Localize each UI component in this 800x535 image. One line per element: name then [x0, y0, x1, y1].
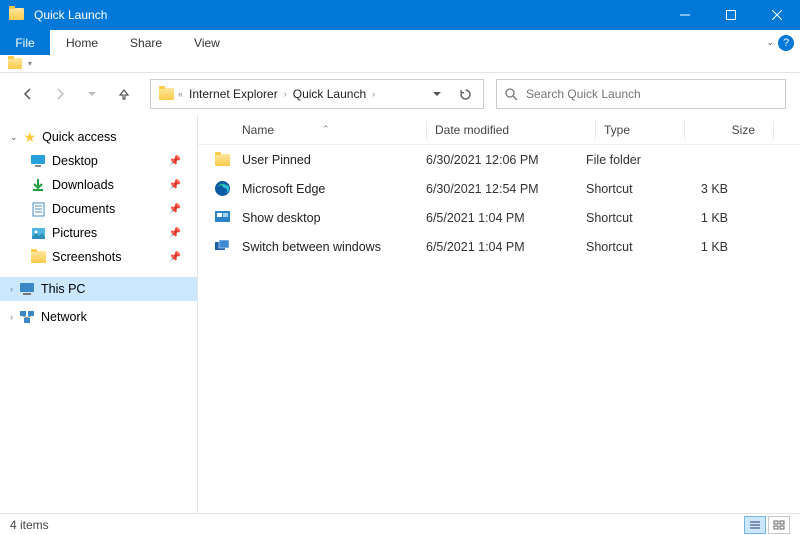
breadcrumb-item[interactable]: Quick Launch: [287, 87, 372, 101]
nav-toolbar: « Internet Explorer › Quick Launch ›: [0, 73, 800, 115]
sidebar-item-screenshots[interactable]: Screenshots 📌: [0, 245, 197, 269]
downloads-icon: [30, 177, 46, 193]
sidebar-item-label: Documents: [52, 202, 115, 216]
minimize-button[interactable]: [662, 0, 708, 30]
sidebar-item-label: This PC: [41, 282, 85, 296]
search-icon: [505, 88, 518, 101]
quick-access-node[interactable]: ⌄ ★ Quick access: [0, 125, 197, 149]
chevron-right-icon[interactable]: ›: [10, 312, 13, 322]
address-dropdown-icon[interactable]: [423, 92, 451, 96]
address-bar[interactable]: « Internet Explorer › Quick Launch ›: [150, 79, 484, 109]
pin-icon: 📌: [169, 252, 181, 263]
file-size: 1 KB: [666, 211, 746, 225]
file-row[interactable]: Microsoft Edge 6/30/2021 12:54 PM Shortc…: [198, 174, 800, 203]
file-list-pane: Name⌃ Date modified Type Size User Pinne…: [198, 115, 800, 513]
address-folder-icon: [159, 88, 174, 100]
app-folder-icon: [9, 8, 25, 22]
show-desktop-icon: [212, 208, 232, 228]
sidebar-item-label: Network: [41, 310, 87, 324]
file-tab[interactable]: File: [0, 30, 50, 55]
desktop-icon: [30, 153, 46, 169]
navigation-pane: ⌄ ★ Quick access Desktop 📌 Downloads 📌 D…: [0, 115, 198, 513]
home-tab[interactable]: Home: [50, 30, 114, 55]
sidebar-item-label: Screenshots: [52, 250, 121, 264]
pin-icon: 📌: [169, 204, 181, 215]
file-size: 3 KB: [666, 182, 746, 196]
column-size[interactable]: Size: [693, 123, 773, 137]
chevron-right-icon[interactable]: ›: [10, 284, 13, 294]
file-date: 6/30/2021 12:54 PM: [426, 182, 586, 196]
sidebar-item-network[interactable]: › Network: [0, 305, 197, 329]
column-type[interactable]: Type: [604, 123, 684, 137]
window-title: Quick Launch: [34, 8, 107, 22]
file-name: Switch between windows: [242, 240, 426, 254]
documents-icon: [30, 201, 46, 217]
item-count: 4 items: [10, 518, 49, 532]
column-headers: Name⌃ Date modified Type Size: [198, 115, 800, 145]
details-view-button[interactable]: [744, 516, 766, 534]
sidebar-item-downloads[interactable]: Downloads 📌: [0, 173, 197, 197]
column-name[interactable]: Name⌃: [198, 123, 426, 137]
pin-icon: 📌: [169, 180, 181, 191]
folder-icon: [30, 249, 46, 265]
star-icon: ★: [24, 129, 37, 146]
network-icon: [19, 309, 35, 325]
chevron-right-icon[interactable]: ›: [372, 89, 375, 99]
back-button[interactable]: [14, 80, 42, 108]
thumbnails-view-button[interactable]: [768, 516, 790, 534]
share-tab[interactable]: Share: [114, 30, 178, 55]
new-folder-icon[interactable]: [8, 58, 22, 69]
pictures-icon: [30, 225, 46, 241]
sidebar-item-this-pc[interactable]: › This PC: [0, 277, 197, 301]
file-name: Microsoft Edge: [242, 182, 426, 196]
refresh-button[interactable]: [451, 88, 479, 101]
breadcrumb-item[interactable]: Internet Explorer: [183, 87, 284, 101]
file-date: 6/5/2021 1:04 PM: [426, 211, 586, 225]
file-type: File folder: [586, 153, 666, 167]
sort-asc-icon: ⌃: [322, 124, 330, 135]
maximize-button[interactable]: [708, 0, 754, 30]
file-type: Shortcut: [586, 182, 666, 196]
status-bar: 4 items: [0, 513, 800, 535]
file-date: 6/30/2021 12:06 PM: [426, 153, 586, 167]
qat-dropdown-icon[interactable]: ▾: [28, 59, 32, 68]
column-date[interactable]: Date modified: [435, 123, 595, 137]
pin-icon: 📌: [169, 228, 181, 239]
sidebar-label: Quick access: [42, 130, 116, 144]
sidebar-item-pictures[interactable]: Pictures 📌: [0, 221, 197, 245]
edge-icon: [212, 179, 232, 199]
pin-icon: 📌: [169, 156, 181, 167]
ribbon: File Home Share View ⌄ ?: [0, 30, 800, 55]
search-box[interactable]: [496, 79, 786, 109]
view-tab[interactable]: View: [178, 30, 236, 55]
forward-button[interactable]: [46, 80, 74, 108]
title-bar: Quick Launch: [0, 0, 800, 30]
file-size: 1 KB: [666, 240, 746, 254]
recent-dropdown-icon[interactable]: [78, 80, 106, 108]
sidebar-item-label: Downloads: [52, 178, 114, 192]
folder-icon: [212, 150, 232, 170]
sidebar-item-label: Desktop: [52, 154, 98, 168]
file-row[interactable]: Show desktop 6/5/2021 1:04 PM Shortcut 1…: [198, 203, 800, 232]
sidebar-item-documents[interactable]: Documents 📌: [0, 197, 197, 221]
file-row[interactable]: User Pinned 6/30/2021 12:06 PM File fold…: [198, 145, 800, 174]
help-icon[interactable]: ?: [778, 35, 794, 51]
quick-access-toolbar: ▾: [0, 55, 800, 73]
this-pc-icon: [19, 281, 35, 297]
sidebar-item-desktop[interactable]: Desktop 📌: [0, 149, 197, 173]
expand-ribbon-icon[interactable]: ⌄: [766, 37, 774, 48]
file-name: User Pinned: [242, 153, 426, 167]
up-button[interactable]: [110, 80, 138, 108]
search-input[interactable]: [526, 87, 785, 101]
sidebar-item-label: Pictures: [52, 226, 97, 240]
file-row[interactable]: Switch between windows 6/5/2021 1:04 PM …: [198, 232, 800, 261]
chevron-down-icon[interactable]: ⌄: [10, 132, 18, 143]
file-name: Show desktop: [242, 211, 426, 225]
file-type: Shortcut: [586, 211, 666, 225]
close-button[interactable]: [754, 0, 800, 30]
file-type: Shortcut: [586, 240, 666, 254]
file-date: 6/5/2021 1:04 PM: [426, 240, 586, 254]
switch-windows-icon: [212, 237, 232, 257]
